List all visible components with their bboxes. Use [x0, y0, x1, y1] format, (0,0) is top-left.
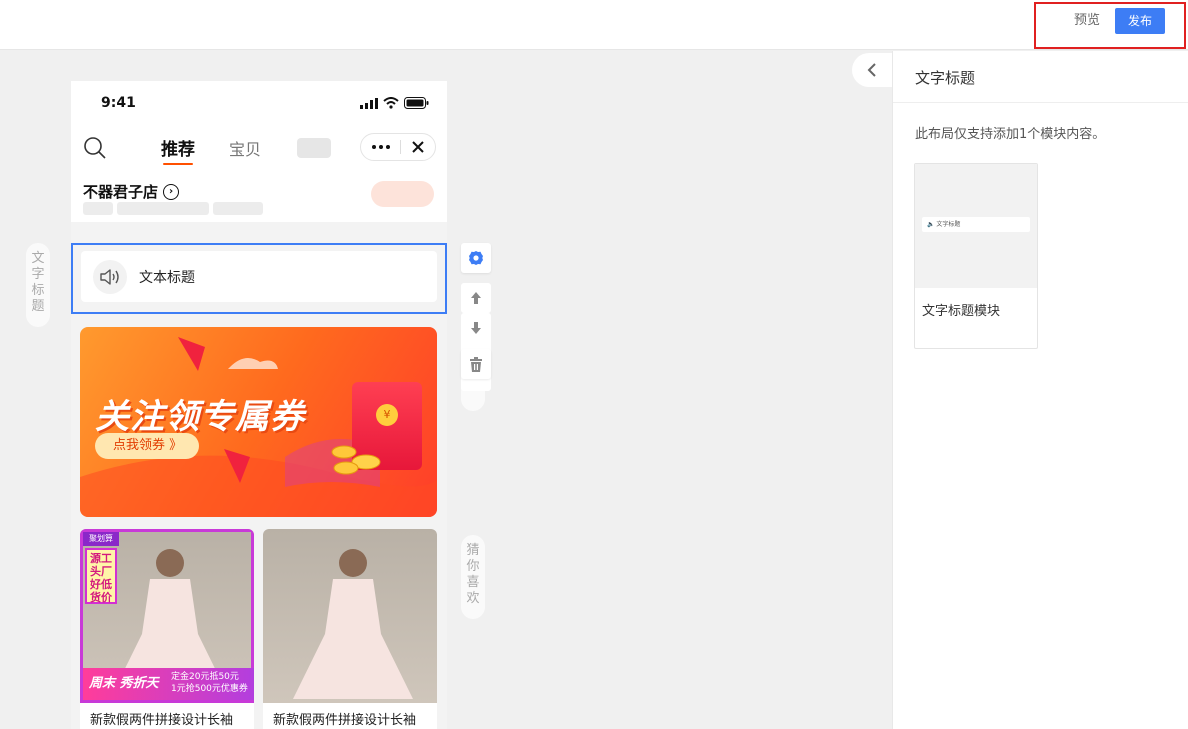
product-title: 新款假两件拼接设计长袖: [90, 713, 234, 728]
phone-preview: 9:41 推荐 宝贝 不器君子店 › 文本标题 关注领专属券 点我领券 》 ¥ …: [71, 81, 447, 729]
claim-coupon-button[interactable]: 点我领券 》: [95, 433, 199, 459]
wifi-icon: [383, 97, 399, 109]
panel-title: 文字标题: [915, 69, 976, 87]
nav-search[interactable]: [83, 136, 107, 164]
signal-icon: [360, 97, 378, 109]
collapse-panel-button[interactable]: [852, 53, 892, 87]
skeleton-tag: [117, 202, 209, 215]
promo-weekend-text: 周末 秀折天: [89, 676, 159, 691]
speaker-icon-wrap: [93, 259, 127, 294]
side-label-char: 猜: [466, 543, 480, 558]
status-icons: [360, 97, 429, 109]
promo-deal-text: 定金20元抵50元 1元抢500元优惠券: [171, 671, 248, 695]
side-label-char: 欢: [466, 591, 480, 606]
publish-button[interactable]: 发布: [1115, 8, 1165, 34]
text-title-module-card[interactable]: 🔈 文字标题 文字标题模块: [914, 163, 1038, 349]
promo-deal-line-1: 定金20元抵50元: [171, 672, 239, 682]
product-card[interactable]: 新款假两件拼接设计长袖: [263, 529, 437, 729]
module-thumbnail-bar: 🔈 文字标题: [922, 217, 1030, 232]
battery-icon: [404, 97, 429, 109]
trash-icon: [470, 356, 482, 372]
module-thumbnail: 🔈 文字标题: [915, 164, 1037, 288]
follow-button-placeholder[interactable]: [371, 181, 434, 207]
mini-program-capsule: [360, 133, 436, 161]
promo-corner-tag: 聚划算: [83, 532, 119, 546]
tab-placeholder[interactable]: [297, 138, 331, 158]
text-title-label: 文本标题: [139, 269, 195, 286]
product-image: [263, 529, 437, 703]
tab-recommend[interactable]: 推荐: [161, 135, 195, 165]
more-dots-icon[interactable]: [372, 145, 391, 149]
side-label-char: 字: [31, 267, 45, 282]
panel-divider: [893, 102, 1188, 103]
coins-icon: [331, 445, 381, 475]
side-label-text-title[interactable]: 文 字 标 题: [26, 243, 50, 327]
module-thumbnail-label: 文字标题: [936, 221, 961, 228]
phone-header: 9:41 推荐 宝贝 不器君子店 ›: [71, 81, 447, 222]
text-title-module[interactable]: 文本标题: [71, 243, 447, 314]
module-name: 文字标题模块: [922, 304, 1001, 319]
move-down-button[interactable]: [461, 313, 491, 343]
promo-bottom-strip: 周末 秀折天 定金20元抵50元 1元抢500元优惠券: [83, 668, 254, 700]
move-up-button[interactable]: [461, 283, 491, 313]
close-icon[interactable]: [412, 141, 424, 153]
side-label-char: 喜: [466, 575, 480, 590]
status-time: 9:41: [101, 95, 136, 111]
preview-button[interactable]: 预览: [1070, 9, 1104, 33]
dress-image: [293, 549, 413, 699]
skeleton-tag: [213, 202, 263, 215]
store-arrow-icon: ›: [163, 183, 180, 200]
product-card[interactable]: 聚划算 源工头厂好低货价 周末 秀折天 定金20元抵50元 1元抢500元优惠券…: [80, 529, 254, 729]
arrow-up-icon: [471, 292, 481, 304]
coin-icon: ¥: [376, 404, 398, 426]
capsule-divider: [400, 140, 402, 154]
side-label-char: 你: [466, 559, 480, 574]
delete-module-button[interactable]: [461, 349, 491, 379]
coupon-banner[interactable]: 关注领专属券 点我领券 》 ¥: [80, 327, 437, 517]
text-title-card: 文本标题: [81, 251, 437, 302]
side-label-char: 题: [31, 299, 45, 314]
panel-note: 此布局仅支持添加1个模块内容。: [915, 127, 1106, 142]
side-label-char: 标: [31, 283, 45, 298]
promo-side-tag: 源工头厂好低货价: [85, 548, 117, 604]
arrow-down-icon: [471, 322, 481, 334]
promo-frame: 聚划算 源工头厂好低货价 周末 秀折天 定金20元抵50元 1元抢500元优惠券: [80, 529, 254, 703]
module-settings-button[interactable]: [461, 243, 491, 273]
top-bar: 预览 发布: [0, 0, 1188, 50]
store-name-text: 不器君子店: [83, 183, 159, 201]
editor-canvas: 9:41 推荐 宝贝 不器君子店 › 文本标题 关注领专属券 点我领券 》 ¥ …: [0, 51, 892, 729]
speaker-icon: [100, 268, 119, 285]
gear-icon: [469, 251, 483, 265]
properties-panel: 文字标题 此布局仅支持添加1个模块内容。 🔈 文字标题 文字标题模块: [892, 51, 1188, 729]
tab-products[interactable]: 宝贝: [229, 136, 261, 160]
store-name[interactable]: 不器君子店 ›: [83, 181, 180, 202]
side-label-guess-you-like[interactable]: 猜 你 喜 欢: [461, 535, 485, 619]
side-label-char: 文: [31, 251, 45, 266]
chevron-left-icon: [867, 63, 876, 77]
skeleton-tag: [83, 202, 113, 215]
search-icon: [84, 137, 106, 159]
promo-deal-line-2: 1元抢500元优惠券: [171, 684, 248, 694]
product-title: 新款假两件拼接设计长袖: [273, 713, 417, 728]
banner-title: 关注领专属券: [95, 397, 305, 437]
